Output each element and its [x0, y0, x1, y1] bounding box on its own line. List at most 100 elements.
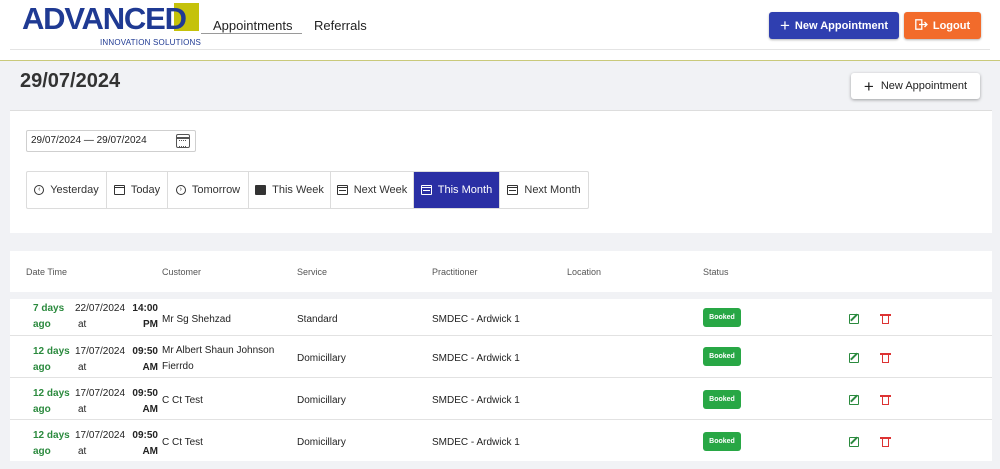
table-row[interactable]: 12 days ago 17/07/2024 09:50 at AM Mr Al…: [10, 336, 992, 378]
range-button-label: Yesterday: [50, 184, 99, 196]
appointment-at: at: [78, 404, 87, 415]
top-bar: ADVANCED INNOVATION SOLUTIONS Appointmen…: [0, 0, 1000, 61]
edit-icon[interactable]: [849, 395, 859, 405]
relative-date: ago: [33, 404, 51, 415]
table-header: Date Time Customer Service Practitioner …: [10, 251, 992, 293]
nav-active-underline: [201, 33, 302, 34]
customer-name: C Ct Test: [162, 437, 203, 448]
range-button-label: This Month: [437, 184, 493, 196]
range-button-label: Tomorrow: [191, 184, 241, 196]
trash-icon[interactable]: [880, 353, 891, 363]
header-new-appointment-button[interactable]: + New Appointment: [769, 12, 899, 39]
appointment-period: AM: [142, 446, 158, 457]
range-button-tomorrow[interactable]: › Tomorrow: [168, 172, 249, 208]
calendar-icon[interactable]: [176, 134, 190, 148]
calendar-month-icon: [507, 185, 519, 195]
appointment-period: AM: [142, 362, 158, 373]
nav-referrals[interactable]: Referrals: [314, 18, 367, 33]
practitioner-name: SMDEC - Ardwick 1: [432, 395, 520, 406]
customer-name: Mr Albert Shaun Johnson: [162, 345, 275, 356]
logo-tagline: INNOVATION SOLUTIONS: [100, 38, 202, 47]
range-button-this-week[interactable]: This Week: [249, 172, 331, 208]
appointment-date: 17/07/2024: [75, 388, 126, 399]
logo-wordmark: ADVANCED: [22, 1, 187, 36]
edit-icon[interactable]: [849, 437, 859, 447]
appointment-time: 09:50: [132, 346, 158, 357]
new-appointment-label: New Appointment: [880, 80, 968, 92]
range-button-yesterday[interactable]: ‹ Yesterday: [27, 172, 107, 208]
column-header-customer[interactable]: Customer: [162, 267, 201, 277]
range-button-label: Next Month: [524, 184, 581, 196]
column-header-status[interactable]: Status: [703, 267, 729, 277]
relative-date: 12 days: [33, 346, 70, 357]
range-button-label: Today: [130, 184, 161, 196]
date-range-value: 29/07/2024 — 29/07/2024: [31, 135, 147, 146]
column-header-practitioner[interactable]: Practitioner: [432, 267, 478, 277]
appointment-date: 17/07/2024: [75, 346, 126, 357]
relative-date: 12 days: [33, 430, 70, 441]
appointment-at: at: [78, 446, 87, 457]
appointment-time: 09:50: [132, 430, 158, 441]
service-name: Domicillary: [297, 437, 346, 448]
calendar-week-icon: [336, 185, 348, 195]
customer-name: Mr Sg Shehzad: [162, 314, 231, 325]
status-badge: Booked: [703, 390, 741, 409]
relative-date: 7 days: [33, 303, 65, 314]
logout-icon: [915, 18, 928, 33]
filter-panel: 29/07/2024 — 29/07/2024 ‹ Yesterday Toda…: [10, 111, 992, 233]
range-button-today[interactable]: Today: [107, 172, 168, 208]
appointment-period: AM: [142, 404, 158, 415]
appointment-period: PM: [143, 319, 158, 330]
relative-date: ago: [33, 362, 51, 373]
calendar-month-icon: [420, 185, 432, 195]
plus-icon: +: [779, 16, 790, 35]
appointment-date: 17/07/2024: [75, 430, 126, 441]
trash-icon[interactable]: [880, 314, 891, 324]
column-header-location[interactable]: Location: [567, 267, 601, 277]
service-name: Standard: [297, 314, 338, 325]
range-button-next-week[interactable]: Next Week: [331, 172, 414, 208]
relative-date: ago: [33, 446, 51, 457]
status-badge: Booked: [703, 347, 741, 366]
logout-button[interactable]: Logout: [904, 12, 981, 39]
arrow-right-circle-icon: ›: [175, 185, 186, 195]
appointment-time: 09:50: [132, 388, 158, 399]
relative-date: 12 days: [33, 388, 70, 399]
table-row[interactable]: 12 days ago 17/07/2024 09:50 at AM C Ct …: [10, 420, 992, 462]
range-button-this-month[interactable]: This Month: [414, 172, 500, 208]
new-appointment-button[interactable]: + New Appointment: [851, 73, 980, 99]
appointments-table: Date Time Customer Service Practitioner …: [10, 251, 992, 469]
row-divider: [10, 461, 992, 469]
appointment-at: at: [78, 319, 87, 330]
service-name: Domicillary: [297, 395, 346, 406]
header-new-appointment-label: New Appointment: [794, 19, 889, 32]
calendar-week-icon: [255, 185, 267, 195]
trash-icon[interactable]: [880, 395, 891, 405]
appointment-at: at: [78, 362, 87, 373]
trash-icon[interactable]: [880, 437, 891, 447]
date-range-input[interactable]: 29/07/2024 — 29/07/2024: [26, 130, 196, 152]
page-title: 29/07/2024: [20, 70, 121, 92]
column-header-service[interactable]: Service: [297, 267, 327, 277]
date-range-button-group: ‹ Yesterday Today › Tomorrow This Week N…: [26, 171, 589, 209]
arrow-left-circle-icon: ‹: [34, 185, 45, 195]
table-row[interactable]: 12 days ago 17/07/2024 09:50 at AM C Ct …: [10, 378, 992, 420]
plus-icon: +: [863, 76, 874, 96]
header-divider: [10, 49, 990, 50]
logout-label: Logout: [932, 19, 971, 32]
column-header-date-time[interactable]: Date Time: [26, 267, 67, 277]
practitioner-name: SMDEC - Ardwick 1: [432, 353, 520, 364]
range-button-next-month[interactable]: Next Month: [500, 172, 588, 208]
edit-icon[interactable]: [849, 314, 859, 324]
appointment-time: 14:00: [132, 303, 158, 314]
status-badge: Booked: [703, 308, 741, 327]
customer-name: C Ct Test: [162, 395, 203, 406]
status-badge: Booked: [703, 432, 741, 451]
customer-name-cont: Fierrdo: [162, 361, 194, 372]
nav-appointments[interactable]: Appointments: [213, 18, 293, 33]
appointment-date: 22/07/2024: [75, 303, 126, 314]
service-name: Domicillary: [297, 353, 346, 364]
brand-logo[interactable]: ADVANCED INNOVATION SOLUTIONS: [22, 2, 202, 48]
edit-icon[interactable]: [849, 353, 859, 363]
range-button-label: This Week: [272, 184, 324, 196]
